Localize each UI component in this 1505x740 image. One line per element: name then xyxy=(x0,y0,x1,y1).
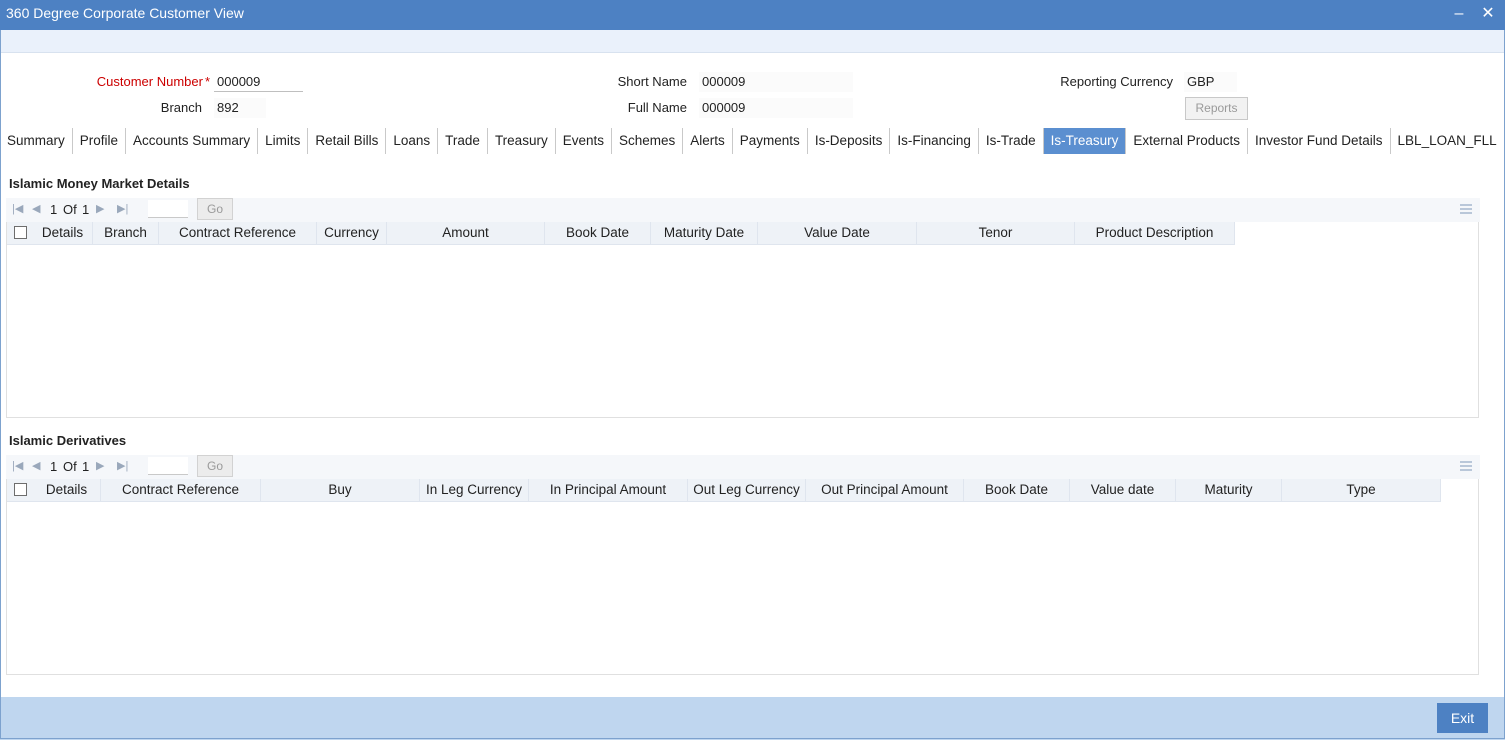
column-header-maturity[interactable]: Maturity xyxy=(1176,479,1282,501)
tab-is-trade[interactable]: Is-Trade xyxy=(979,128,1044,154)
column-header-details[interactable]: Details xyxy=(33,222,93,244)
tab-is-treasury[interactable]: Is-Treasury xyxy=(1043,128,1127,154)
tab-trade[interactable]: Trade xyxy=(438,128,488,154)
column-header-branch[interactable]: Branch xyxy=(93,222,159,244)
derivatives-grid: Details Contract Reference Buy In Leg Curre… xyxy=(6,479,1479,675)
toolbar-strip xyxy=(0,30,1505,53)
column-header-in-leg-currency[interactable]: In Leg Currency xyxy=(420,479,529,501)
money-market-grid: Details Branch Contract Reference Currency A… xyxy=(6,222,1479,418)
tab-investor-fund-details[interactable]: Investor Fund Details xyxy=(1248,128,1391,154)
select-all-checkbox-cell xyxy=(7,222,33,244)
column-header-maturity-date[interactable]: Maturity Date xyxy=(651,222,758,244)
tab-events[interactable]: Events xyxy=(556,128,612,154)
column-header-type[interactable]: Type xyxy=(1282,479,1441,501)
first-page-icon[interactable]: |◀ xyxy=(12,459,23,472)
tab-treasury[interactable]: Treasury xyxy=(488,128,556,154)
column-header-value-date[interactable]: Value date xyxy=(1070,479,1176,501)
column-header-in-principal-amount[interactable]: In Principal Amount xyxy=(529,479,688,501)
column-header-details[interactable]: Details xyxy=(33,479,101,501)
tab-lbl-loan-fll[interactable]: LBL_LOAN_FLL xyxy=(1391,128,1505,154)
prev-page-icon[interactable]: ◀ xyxy=(32,202,40,215)
page-of-label: Of xyxy=(63,459,77,474)
select-all-checkbox[interactable] xyxy=(13,225,27,239)
tab-accounts-summary[interactable]: Accounts Summary xyxy=(126,128,259,154)
select-all-checkbox[interactable] xyxy=(13,482,27,496)
column-menu-icon[interactable] xyxy=(1460,461,1472,472)
column-header-currency[interactable]: Currency xyxy=(317,222,387,244)
close-icon[interactable]: ✕ xyxy=(1478,4,1498,24)
column-header-contract-reference[interactable]: Contract Reference xyxy=(159,222,317,244)
last-page-icon[interactable]: ▶| xyxy=(117,202,128,215)
reports-button[interactable]: Reports xyxy=(1185,97,1248,120)
select-all-checkbox-cell xyxy=(7,479,33,501)
total-pages: 1 xyxy=(82,202,90,217)
column-menu-icon[interactable] xyxy=(1460,204,1472,215)
next-page-icon[interactable]: ▶ xyxy=(96,202,104,215)
derivatives-title: Islamic Derivatives xyxy=(9,433,127,448)
next-page-icon[interactable]: ▶ xyxy=(96,459,104,472)
column-header-amount[interactable]: Amount xyxy=(387,222,545,244)
window-titlebar: 360 Degree Corporate Customer View – ✕ xyxy=(0,0,1505,30)
column-header-value-date[interactable]: Value Date xyxy=(758,222,917,244)
branch-field[interactable]: 892 xyxy=(214,98,266,118)
page-of-label: Of xyxy=(63,202,77,217)
column-header-buy[interactable]: Buy xyxy=(261,479,420,501)
full-name-field[interactable]: 000009 xyxy=(699,98,853,118)
tab-summary[interactable]: Summary xyxy=(0,128,73,154)
minimize-icon[interactable]: – xyxy=(1449,4,1469,24)
last-page-icon[interactable]: ▶| xyxy=(117,459,128,472)
full-name-label: Full Name xyxy=(627,100,687,115)
branch-label: Branch xyxy=(160,100,202,115)
column-header-book-date[interactable]: Book Date xyxy=(964,479,1070,501)
tab-is-financing[interactable]: Is-Financing xyxy=(890,128,979,154)
reporting-currency-label: Reporting Currency xyxy=(1060,74,1173,89)
tab-external-products[interactable]: External Products xyxy=(1126,128,1248,154)
derivatives-header-row: Details Contract Reference Buy In Leg Curre… xyxy=(7,479,1441,502)
required-mark: * xyxy=(204,74,210,89)
tab-schemes[interactable]: Schemes xyxy=(612,128,684,154)
exit-button[interactable]: Exit xyxy=(1437,703,1488,733)
page-number-input[interactable] xyxy=(148,200,188,218)
column-header-tenor[interactable]: Tenor xyxy=(917,222,1075,244)
column-header-out-principal-amount[interactable]: Out Principal Amount xyxy=(806,479,964,501)
short-name-label: Short Name xyxy=(617,74,687,89)
customer-number-label: Customer Number * xyxy=(96,74,210,89)
derivatives-pager: |◀ ◀ 1 Of 1 ▶ ▶| Go xyxy=(6,455,1480,479)
first-page-icon[interactable]: |◀ xyxy=(12,202,23,215)
short-name-field[interactable]: 000009 xyxy=(699,72,853,92)
tab-payments[interactable]: Payments xyxy=(733,128,808,154)
tab-retail-bills[interactable]: Retail Bills xyxy=(308,128,387,154)
tab-loans[interactable]: Loans xyxy=(386,128,439,154)
current-page: 1 xyxy=(50,202,58,217)
money-market-title: Islamic Money Market Details xyxy=(9,176,190,191)
reporting-currency-field[interactable]: GBP xyxy=(1184,72,1237,92)
column-header-out-leg-currency[interactable]: Out Leg Currency xyxy=(688,479,806,501)
prev-page-icon[interactable]: ◀ xyxy=(32,459,40,472)
column-header-book-date[interactable]: Book Date xyxy=(545,222,651,244)
money-market-pager: |◀ ◀ 1 Of 1 ▶ ▶| Go xyxy=(6,198,1480,222)
tab-profile[interactable]: Profile xyxy=(73,128,127,154)
money-market-header-row: Details Branch Contract Reference Currency A… xyxy=(7,222,1235,245)
window-title: 360 Degree Corporate Customer View xyxy=(6,5,244,21)
tab-alerts[interactable]: Alerts xyxy=(683,128,733,154)
go-button[interactable]: Go xyxy=(197,455,233,477)
tab-bar: Summary Profile Accounts Summary Limits Reta… xyxy=(0,128,1505,154)
tab-limits[interactable]: Limits xyxy=(258,128,309,154)
customer-number-field[interactable]: 000009 xyxy=(214,72,303,92)
current-page: 1 xyxy=(50,459,58,474)
column-header-contract-reference[interactable]: Contract Reference xyxy=(101,479,261,501)
footer-bar xyxy=(0,697,1505,740)
go-button[interactable]: Go xyxy=(197,198,233,220)
total-pages: 1 xyxy=(82,459,90,474)
page-number-input[interactable] xyxy=(148,457,188,475)
column-header-product-description[interactable]: Product Description xyxy=(1075,222,1235,244)
tab-is-deposits[interactable]: Is-Deposits xyxy=(808,128,891,154)
